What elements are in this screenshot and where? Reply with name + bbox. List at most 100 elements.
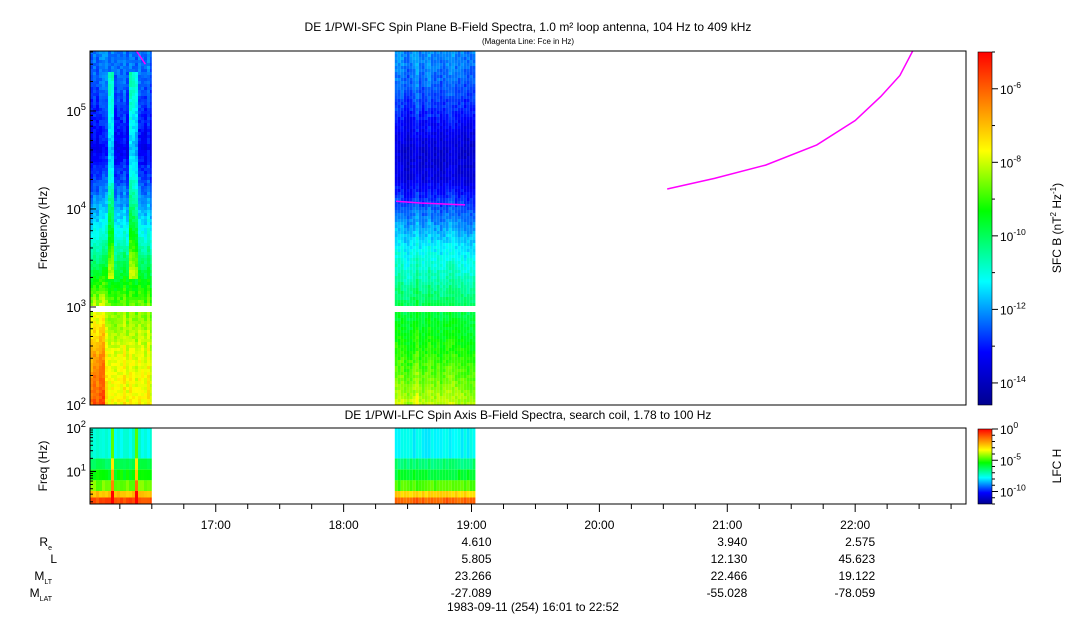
- spectrogram-cell: [409, 135, 413, 138]
- spectrogram-cell: [105, 378, 108, 381]
- spectrogram-cell: [93, 327, 96, 330]
- spectrogram-cell: [445, 288, 449, 291]
- spectrogram-cell: [102, 261, 105, 264]
- spectrogram-cell: [424, 357, 428, 360]
- spectrogram-cell: [415, 285, 419, 288]
- spectrogram-cell: [138, 258, 141, 261]
- spectrogram-cell: [400, 72, 404, 75]
- spectrogram-cell: [150, 228, 152, 231]
- spectrogram-cell: [409, 237, 413, 240]
- spectrogram-cell: [451, 207, 455, 210]
- spectrogram-cell: [427, 57, 431, 60]
- spectrogram-cell: [117, 357, 120, 360]
- spectrogram-cell: [144, 138, 147, 141]
- spectrogram-cell: [114, 129, 117, 132]
- spectrogram-cell: [117, 339, 120, 342]
- spectrogram-cell: [150, 327, 152, 330]
- spectrogram-cell: [397, 240, 401, 243]
- spectrogram-cell: [451, 345, 455, 348]
- spectrogram-cell: [394, 372, 398, 375]
- spectrogram-cell: [99, 276, 102, 279]
- spectrogram-cell: [117, 192, 120, 195]
- spectrogram-cell: [427, 363, 431, 366]
- spectrogram-cell: [421, 204, 425, 207]
- spectrogram-cell: [454, 276, 458, 279]
- spectrogram-cell: [135, 93, 138, 96]
- spectrogram-cell: [96, 228, 99, 231]
- spectrogram-cell: [430, 186, 434, 189]
- spectrogram-cell: [433, 363, 437, 366]
- spectrogram-cell: [129, 252, 132, 255]
- spectrogram-cell: [114, 312, 117, 315]
- spectrogram-cell: [427, 360, 431, 363]
- spectrogram-cell: [144, 90, 147, 93]
- spectrogram-cell: [427, 231, 431, 234]
- spectrogram-cell: [430, 267, 434, 270]
- spectrogram-cell: [409, 105, 413, 108]
- spectrogram-cell: [415, 60, 419, 63]
- spectrogram-cell: [102, 285, 105, 288]
- spectrogram-cell: [96, 129, 99, 132]
- spectrogram-cell: [126, 303, 129, 306]
- spectrogram-cell: [99, 201, 102, 204]
- spectrogram-cell: [454, 138, 458, 141]
- spectrogram-cell: [394, 168, 398, 171]
- spectrogram-cell: [105, 66, 108, 69]
- spectrogram-cell: [433, 282, 437, 285]
- spectrogram-cell: [457, 279, 461, 282]
- spectrogram-cell: [123, 246, 126, 249]
- spectrogram-cell: [409, 333, 413, 336]
- spectrogram-cell: [111, 288, 114, 291]
- spectrogram-cell: [439, 114, 443, 117]
- spectrogram-cell: [406, 138, 410, 141]
- spectrogram-cell: [123, 102, 126, 105]
- spectrogram-cell: [427, 369, 431, 372]
- spectrogram-cell: [126, 348, 129, 351]
- spectrogram-cell: [409, 342, 413, 345]
- spectrogram-cell: [99, 165, 102, 168]
- spectrogram-cell: [430, 225, 434, 228]
- spectrogram-cell: [403, 369, 407, 372]
- spectrogram-cell: [135, 342, 138, 345]
- spectrogram-cell: [141, 276, 144, 279]
- spectrogram-cell: [147, 213, 150, 216]
- spectrogram-cell: [445, 192, 449, 195]
- spectrogram-cell: [114, 78, 117, 81]
- spectrogram-cell: [120, 102, 123, 105]
- spectrogram-cell: [141, 228, 144, 231]
- spectrogram-cell: [448, 75, 452, 78]
- spectrogram-cell: [138, 189, 141, 192]
- spectrogram-cell: [409, 378, 413, 381]
- spectrogram-cell: [108, 327, 111, 330]
- spectrogram-cell: [427, 303, 431, 306]
- spectrogram-cell: [93, 261, 96, 264]
- spectrogram-cell: [144, 87, 147, 90]
- spectrogram-cell: [433, 330, 437, 333]
- spectrogram-cell: [427, 186, 431, 189]
- spectrogram-cell: [412, 375, 416, 378]
- spectrogram-cell: [93, 93, 96, 96]
- spectrogram-cell: [138, 294, 141, 297]
- spectrogram-cell: [406, 162, 410, 165]
- spectrogram-cell: [114, 63, 117, 66]
- spectrogram-cell: [427, 276, 431, 279]
- spectrogram-cell: [129, 120, 132, 123]
- spectrogram-cell: [415, 78, 419, 81]
- spectrogram-cell: [397, 324, 401, 327]
- spectrogram-cell: [117, 66, 120, 69]
- spectrogram-cell: [147, 135, 150, 138]
- spectrogram-cell: [141, 270, 144, 273]
- spectrogram-cell: [99, 216, 102, 219]
- spectrogram-cell: [442, 240, 446, 243]
- spectrogram-cell: [147, 396, 150, 399]
- spectrogram-cell: [451, 165, 455, 168]
- spectrogram-cell: [442, 360, 446, 363]
- spectrogram-cell: [99, 96, 102, 99]
- spectrogram-cell: [415, 147, 419, 150]
- spectrogram-cell: [108, 54, 111, 57]
- spectrogram-cell: [105, 57, 108, 60]
- spectrogram-cell: [105, 114, 108, 117]
- spectrogram-cell: [400, 270, 404, 273]
- spectrogram-cell: [421, 252, 425, 255]
- spectrogram-cell: [117, 210, 120, 213]
